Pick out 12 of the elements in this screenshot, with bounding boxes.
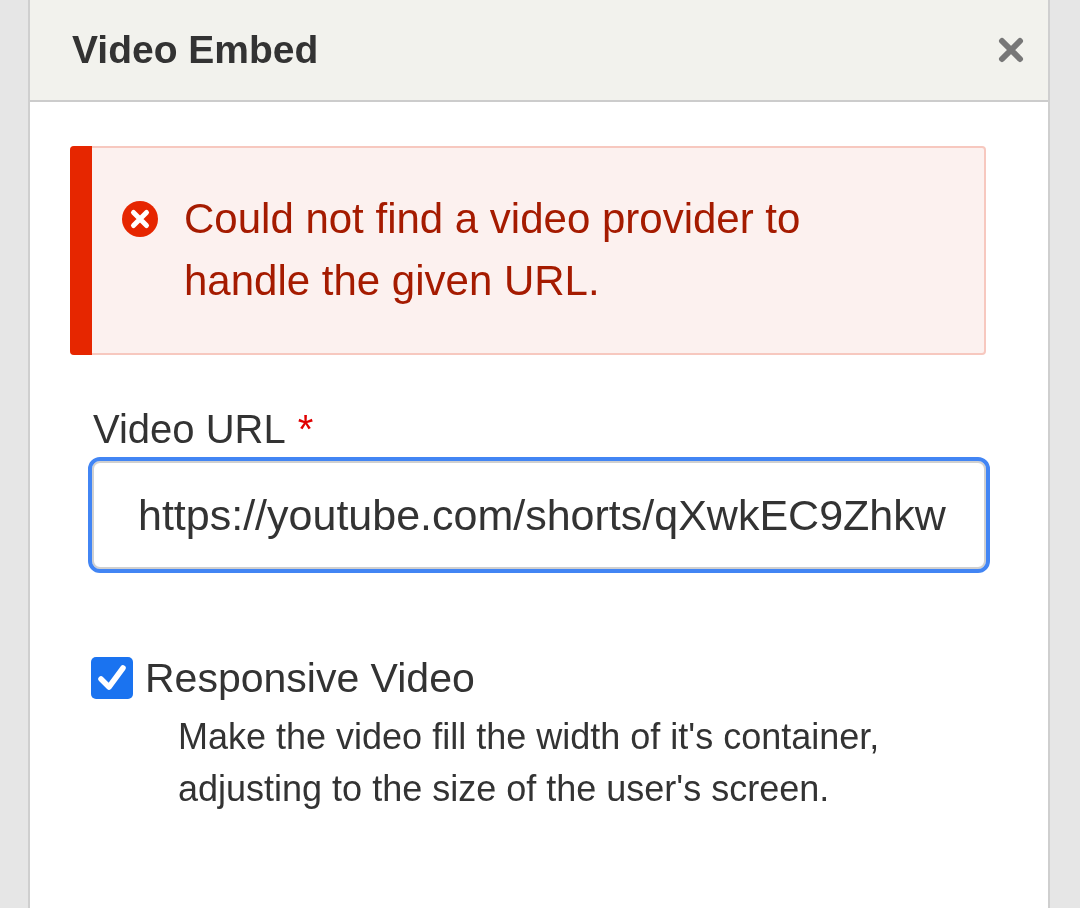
close-icon <box>998 37 1024 63</box>
error-message: Could not find a video provider to handle the given URL. <box>184 194 802 306</box>
required-mark: * <box>297 407 314 451</box>
url-input[interactable]: https://youtube.com/shorts/qXwkEC9Zhkw <box>88 457 990 573</box>
error-icon <box>122 201 158 237</box>
checkbox[interactable] <box>91 657 133 699</box>
checkmark-icon <box>91 657 133 699</box>
field-label: Video URL <box>93 407 286 451</box>
dialog-title: Video Embed <box>72 27 319 73</box>
close-button[interactable] <box>998 37 1024 63</box>
checkbox-description: Make the video fill the width of it's container, adjusting to the size of the user's screen. <box>178 715 881 811</box>
checkbox-label[interactable]: Responsive Video <box>145 653 475 703</box>
